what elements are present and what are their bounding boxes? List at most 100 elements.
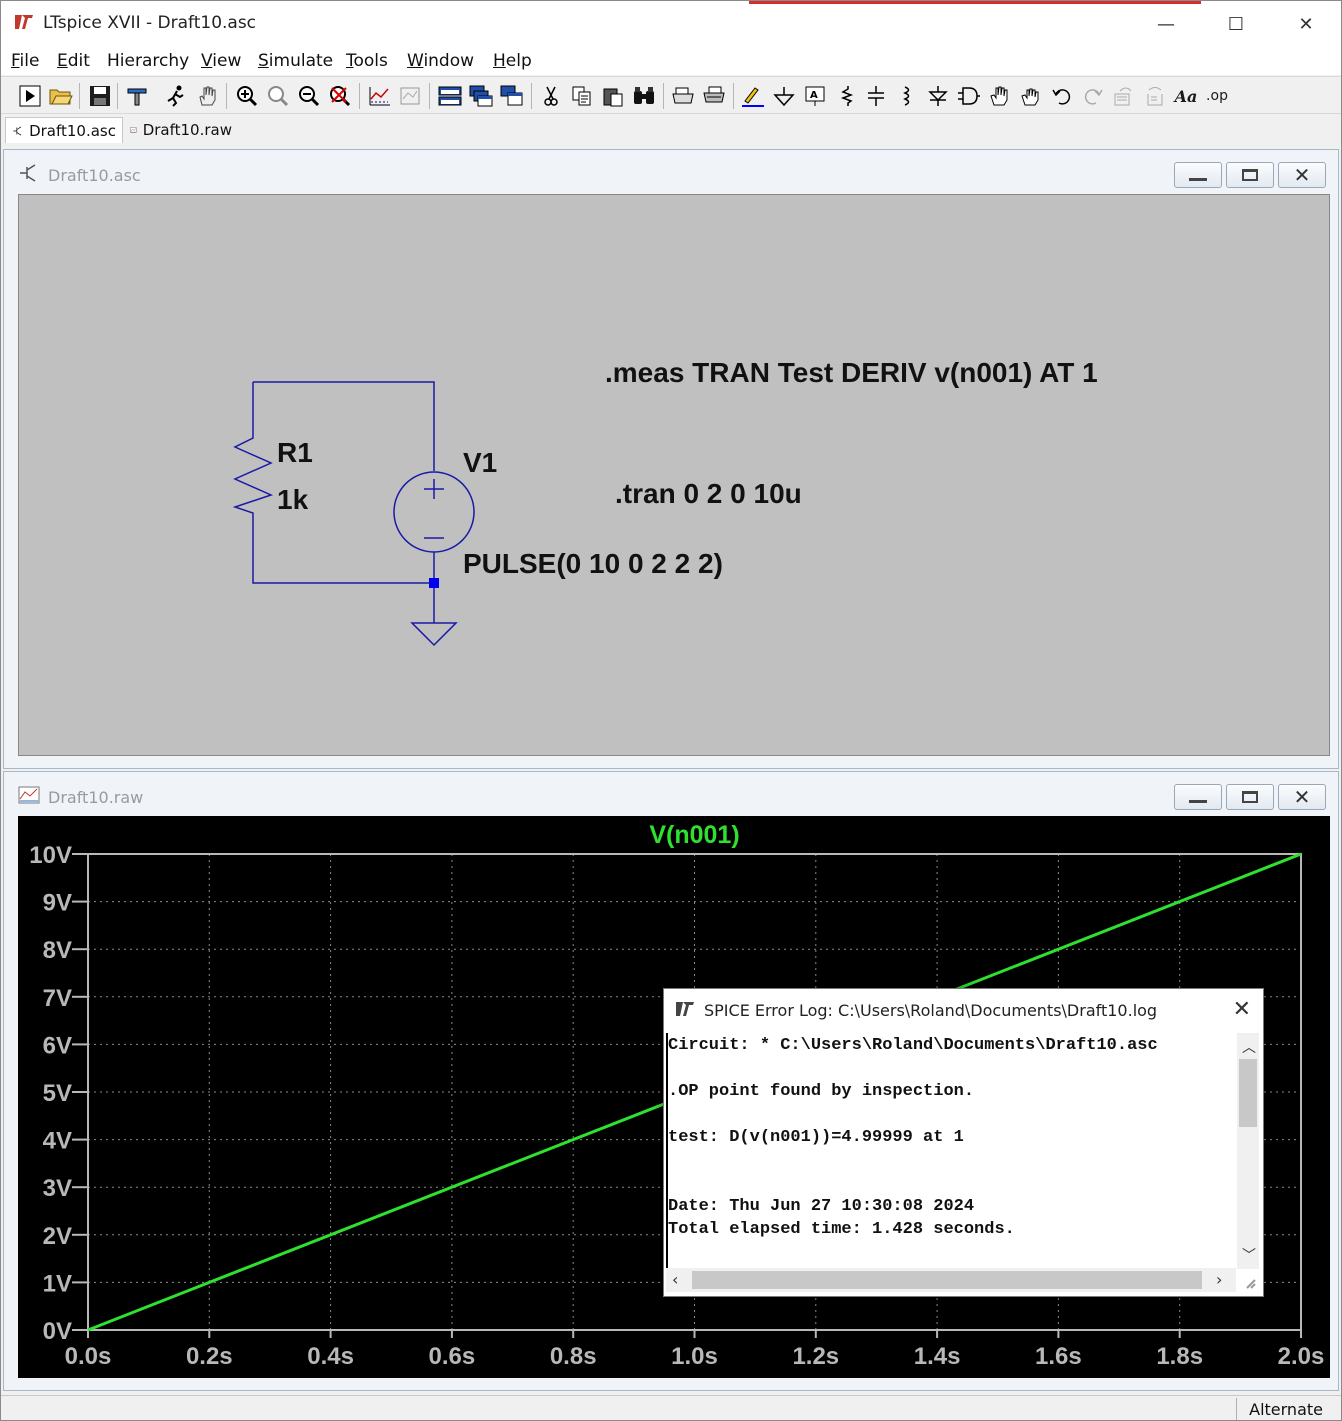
resistor-button[interactable]	[833, 83, 859, 109]
error-log-titlebar: SPICE Error Log: C:\Users\Roland\Documen…	[664, 989, 1263, 1033]
cascade-button[interactable]	[468, 83, 494, 109]
schematic-canvas[interactable]: R1 1k V1 PULSE(0 10 0 2 2 2) .meas TRAN …	[18, 194, 1330, 756]
save-button[interactable]	[87, 83, 113, 109]
waveform-restore-button[interactable]	[1226, 784, 1274, 810]
scroll-right-icon[interactable]: ›	[1216, 1270, 1222, 1289]
print-button[interactable]	[670, 83, 696, 109]
save-icon	[90, 86, 110, 106]
drag-button[interactable]	[1018, 83, 1044, 109]
redo-button[interactable]	[1080, 83, 1106, 109]
toolbar: A Aa .op	[1, 76, 1341, 114]
print-setup-button[interactable]	[701, 83, 727, 109]
capacitor-button[interactable]	[863, 83, 889, 109]
resistor-symbol	[232, 432, 274, 517]
print-icon	[672, 87, 694, 104]
tab-draft10-raw[interactable]: Draft10.raw	[124, 117, 238, 143]
wire-button[interactable]	[740, 83, 766, 109]
mirror-button[interactable]	[1142, 83, 1168, 109]
error-log-title: SPICE Error Log: C:\Users\Roland\Documen…	[704, 1001, 1158, 1020]
paste-icon	[603, 88, 623, 107]
move-button[interactable]	[987, 83, 1013, 109]
vertical-scrollbar[interactable]: ︿ ﹀	[1237, 1033, 1259, 1269]
run-button[interactable]	[17, 83, 43, 109]
pan-hand-button[interactable]	[194, 83, 220, 109]
maximize-icon: ☐	[1227, 13, 1245, 35]
rotate-button[interactable]	[1111, 83, 1137, 109]
title-accent-strip	[749, 1, 1201, 4]
menu-window[interactable]: Window	[407, 51, 474, 71]
scroll-up-icon[interactable]: ︿	[1242, 1037, 1256, 1057]
zoom-in-button[interactable]	[234, 83, 260, 109]
ground-button[interactable]	[771, 83, 797, 109]
inductor-icon	[903, 86, 910, 106]
zoom-area-button[interactable]	[265, 83, 291, 109]
waveform-file-icon	[130, 127, 137, 133]
x-tick-label: 1.2s	[792, 1343, 839, 1370]
close-button[interactable]: ✕	[1283, 9, 1329, 39]
waveform-window-titlebar: Draft10.raw ✕	[4, 772, 1338, 814]
component-button[interactable]	[956, 83, 982, 109]
menu-simulate[interactable]: Simulate	[258, 51, 333, 71]
spice-directive-button[interactable]: .op	[1204, 83, 1230, 109]
autorange-button[interactable]	[367, 83, 393, 109]
toolbar-separator	[117, 83, 118, 109]
tile-horizontal-button[interactable]	[437, 83, 463, 109]
wire	[252, 517, 434, 584]
zoom-cancel-button[interactable]	[327, 83, 353, 109]
inductor-button[interactable]	[894, 83, 920, 109]
minimize-button[interactable]: —	[1143, 9, 1189, 39]
y-tick-label: 4V	[43, 1128, 72, 1155]
label-net-button[interactable]: A	[802, 83, 828, 109]
schematic-icon	[13, 126, 22, 135]
run-man-icon	[167, 85, 184, 107]
waveform-button[interactable]	[398, 83, 424, 109]
x-tick-label: 0.4s	[307, 1343, 354, 1370]
open-button[interactable]	[48, 83, 74, 109]
maximize-button[interactable]: ☐	[1213, 9, 1259, 39]
menu-tools[interactable]: Tools	[346, 51, 388, 71]
menu-hierarchy[interactable]: Hierarchy	[107, 51, 189, 71]
waveform-window-title: Draft10.raw	[48, 788, 144, 807]
horizontal-scrollbar[interactable]: ‹ ›	[666, 1268, 1236, 1292]
error-log-close-button[interactable]: ✕	[1233, 997, 1251, 1022]
resize-grip-icon[interactable]	[1245, 1278, 1257, 1290]
run-man-button[interactable]	[163, 83, 189, 109]
undo-button[interactable]	[1049, 83, 1075, 109]
spice-error-log-dialog: SPICE Error Log: C:\Users\Roland\Documen…	[663, 988, 1264, 1297]
paste-button[interactable]	[600, 83, 626, 109]
find-button[interactable]	[631, 83, 657, 109]
ground-icon	[773, 87, 795, 107]
control-panel-button[interactable]	[125, 83, 151, 109]
autorange-icon	[369, 87, 390, 106]
diode-button[interactable]	[925, 83, 951, 109]
waveform-close-button[interactable]: ✕	[1278, 784, 1326, 810]
scroll-left-icon[interactable]: ‹	[672, 1270, 678, 1289]
tran-directive[interactable]: .tran 0 2 0 10u	[615, 478, 802, 510]
menu-help[interactable]: Help	[493, 51, 532, 71]
waveform-minimize-button[interactable]	[1174, 784, 1222, 810]
schematic-restore-button[interactable]	[1226, 162, 1274, 188]
menu-view[interactable]: View	[201, 51, 241, 71]
zoom-out-button[interactable]	[296, 83, 322, 109]
menu-edit[interactable]: Edit	[57, 51, 90, 71]
toolbar-separator	[79, 83, 80, 109]
tile-vertical-button[interactable]	[499, 83, 525, 109]
copy-button[interactable]	[569, 83, 595, 109]
tab-draft10-asc[interactable]: Draft10.asc	[5, 117, 123, 143]
schematic-close-button[interactable]: ✕	[1278, 162, 1326, 188]
cut-button[interactable]	[538, 83, 564, 109]
scrollbar-thumb[interactable]	[692, 1271, 1202, 1289]
error-log-text-area[interactable]: Circuit: * C:\Users\Roland\Documents\Dra…	[666, 1033, 1238, 1269]
log-line: Date: Thu Jun 27 10:30:08 2024	[668, 1197, 975, 1216]
menu-file[interactable]: File	[11, 51, 39, 71]
schematic-minimize-button[interactable]	[1174, 162, 1222, 188]
tile-horizontal-icon	[438, 86, 462, 106]
scroll-down-icon[interactable]: ﹀	[1242, 1245, 1256, 1265]
undo-icon	[1052, 89, 1071, 105]
text-button[interactable]: Aa	[1173, 83, 1199, 109]
log-line: Total elapsed time: 1.428 seconds.	[668, 1220, 1015, 1239]
y-tick-label: 6V	[43, 1032, 72, 1059]
scrollbar-thumb[interactable]	[1239, 1059, 1257, 1127]
meas-directive[interactable]: .meas TRAN Test DERIV v(n001) AT 1	[605, 357, 1098, 389]
toolbar-separator	[733, 83, 734, 109]
